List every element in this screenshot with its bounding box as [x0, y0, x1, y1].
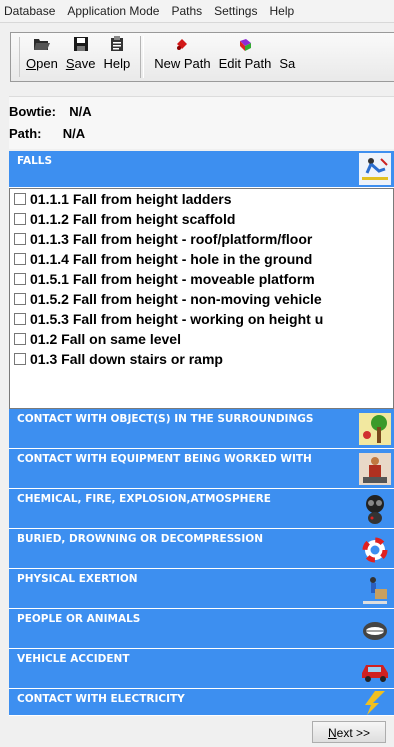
new-path-icon	[177, 39, 188, 50]
truncated-toolbar-label: Sa	[279, 56, 296, 71]
toolbar-grip[interactable]	[13, 37, 20, 77]
category-buried-drowning[interactable]: BURIED, DROWNING OR DECOMPRESSION	[9, 529, 394, 569]
category-falls[interactable]: FALLS	[9, 151, 394, 188]
gas-mask-icon	[366, 495, 384, 524]
category-contact-with-electricity[interactable]: CONTACT WITH ELECTRICITY	[9, 689, 394, 716]
biting-mouth-icon	[363, 622, 387, 640]
list-item[interactable]: 01.1.1 Fall from height ladders	[10, 189, 393, 209]
worker-machine-icon	[359, 453, 391, 485]
footer: Next >>	[0, 716, 394, 747]
bowtie-value: N/A	[69, 104, 92, 119]
menu-database[interactable]: Database	[0, 4, 61, 18]
help-label: Help	[103, 56, 131, 71]
category-contact-with-equipment[interactable]: CONTACT WITH EQUIPMENT BEING WORKED WITH	[9, 449, 394, 489]
save-label: Save	[65, 56, 96, 71]
category-people-or-animals[interactable]: PEOPLE OR ANIMALS	[9, 609, 394, 649]
checkbox[interactable]	[14, 313, 26, 325]
path-row: Path: N/A	[9, 125, 85, 143]
save-button[interactable]: Save	[62, 33, 100, 76]
category-chemical-fire-explosion[interactable]: CHEMICAL, FIRE, EXPLOSION,ATMOSPHERE	[9, 489, 394, 529]
new-path-button[interactable]: New Path	[150, 33, 214, 76]
lifting-worker-icon	[363, 577, 387, 604]
edit-path-icon	[239, 39, 251, 51]
checkbox[interactable]	[14, 213, 26, 225]
list-item[interactable]: 01.1.4 Fall from height - hole in the gr…	[10, 249, 393, 269]
list-item[interactable]: 01.1.3 Fall from height - roof/platform/…	[10, 229, 393, 249]
edit-path-label: Edit Path	[218, 56, 272, 71]
category-vehicle-accident[interactable]: VEHICLE ACCIDENT	[9, 649, 394, 689]
path-label: Path:	[9, 126, 42, 141]
toolbar: Open Save Help New Path Edit Path Sa	[10, 32, 394, 82]
floppy-disk-icon	[73, 37, 88, 51]
list-item[interactable]: 01.5.3 Fall from height - working on hei…	[10, 309, 393, 329]
checkbox[interactable]	[14, 353, 26, 365]
tree-icon	[359, 413, 391, 445]
toolbar-area: Open Save Help New Path Edit Path Sa	[0, 23, 394, 93]
checkbox[interactable]	[14, 293, 26, 305]
open-button[interactable]: Open	[22, 33, 62, 76]
open-folder-icon	[33, 39, 50, 50]
category-contact-with-objects[interactable]: CONTACT WITH OBJECT(S) IN THE SURROUNDIN…	[9, 409, 394, 449]
menu-bar: Database Application Mode Paths Settings…	[0, 0, 394, 23]
red-car-icon	[362, 665, 388, 682]
path-value: N/A	[62, 126, 86, 141]
category-physical-exertion[interactable]: PHYSICAL EXERTION	[9, 569, 394, 609]
checkbox[interactable]	[14, 333, 26, 345]
lightning-bolt-icon	[365, 691, 385, 715]
checkbox[interactable]	[14, 273, 26, 285]
hazard-list[interactable]: 01.1.1 Fall from height ladders 01.1.2 F…	[9, 188, 394, 409]
toolbar-separator	[140, 36, 145, 78]
new-path-label: New Path	[154, 56, 211, 71]
list-item[interactable]: 01.3 Fall down stairs or ramp	[10, 349, 393, 369]
list-item[interactable]: 01.2 Fall on same level	[10, 329, 393, 349]
truncated-toolbar-button[interactable]: Sa	[275, 33, 299, 76]
clipboard-help-icon	[110, 36, 123, 51]
list-item[interactable]: 01.1.2 Fall from height scaffold	[10, 209, 393, 229]
menu-help[interactable]: Help	[263, 4, 300, 18]
list-item[interactable]: 01.5.1 Fall from height - moveable platf…	[10, 269, 393, 289]
category-title: FALLS	[17, 155, 53, 167]
lifebuoy-icon	[362, 537, 388, 563]
menu-application-mode[interactable]: Application Mode	[61, 4, 165, 18]
menu-paths[interactable]: Paths	[165, 4, 208, 18]
open-label: Open	[26, 56, 58, 71]
bowtie-label: Bowtie:	[9, 104, 56, 119]
selection-info: Bowtie: N/A Path: N/A	[9, 96, 394, 149]
checkbox[interactable]	[14, 193, 26, 205]
next-button[interactable]: Next >>	[312, 721, 386, 743]
checkbox[interactable]	[14, 233, 26, 245]
list-item[interactable]: 01.5.2 Fall from height - non-moving veh…	[10, 289, 393, 309]
edit-path-button[interactable]: Edit Path	[215, 33, 276, 76]
help-button[interactable]: Help	[99, 33, 134, 76]
menu-settings[interactable]: Settings	[208, 4, 263, 18]
falling-person-icon	[359, 153, 391, 185]
bowtie-row: Bowtie: N/A	[9, 103, 92, 121]
checkbox[interactable]	[14, 253, 26, 265]
